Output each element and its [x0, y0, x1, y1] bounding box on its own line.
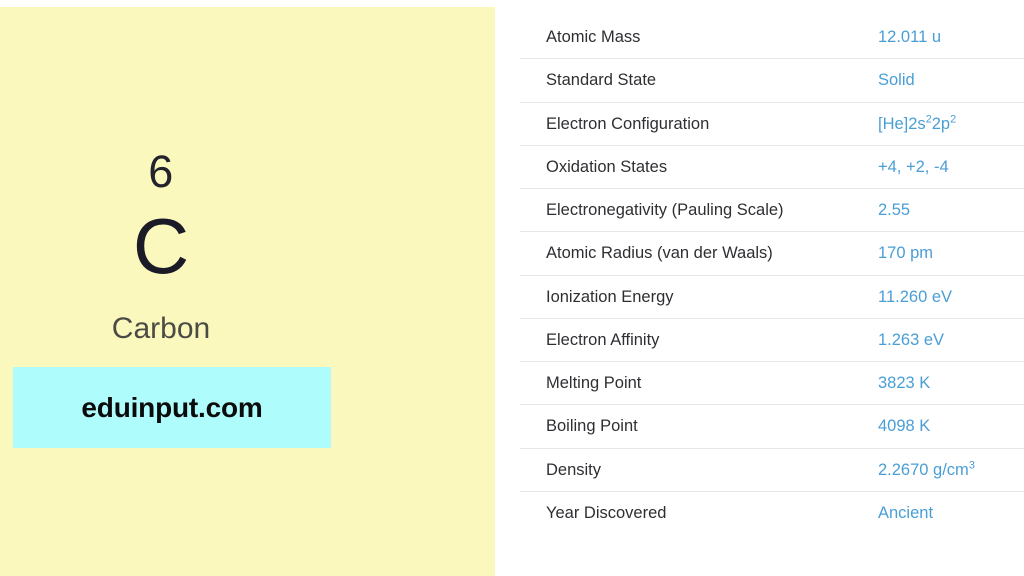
table-row: Electron Affinity 1.263 eV	[520, 318, 1024, 362]
property-value: 2.2670 g/cm3	[876, 448, 1024, 491]
property-value: 2.55	[876, 189, 1024, 232]
property-value-text: 2.55	[878, 201, 911, 220]
property-label: Atomic Radius (van der Waals)	[546, 244, 773, 263]
property-label: Melting Point	[546, 374, 642, 393]
property-value-text: 12.011 u	[878, 28, 942, 46]
element-symbol: C	[132, 202, 190, 290]
table-row: Boiling Point 4098 K	[520, 405, 1024, 449]
property-value: [He]2s22p2	[876, 102, 1024, 145]
property-value-text: +4, +2, -4	[878, 157, 949, 176]
property-value-text: Solid	[878, 71, 915, 90]
property-label: Oxidation States	[546, 157, 668, 176]
property-value: +4, +2, -4	[876, 145, 1024, 188]
property-label: Electron Configuration	[546, 114, 710, 133]
table-row: Density 2.2670 g/cm3	[520, 448, 1024, 492]
property-value: Ancient	[876, 491, 1024, 534]
table-row: Atomic Radius (van der Waals) 170 pm	[520, 232, 1024, 276]
property-value-text: 1.263 eV	[878, 330, 945, 349]
properties-table-body: Atomic Mass 12.011 u Standard State Solid El…	[520, 16, 1024, 534]
table-row: Ionization Energy 11.260 eV	[520, 275, 1024, 319]
property-label: Density	[546, 460, 602, 479]
property-value-text: 4098 K	[878, 417, 931, 436]
property-value-text: [He]2s	[878, 114, 926, 133]
table-row: Electronegativity (Pauling Scale) 2.55	[520, 189, 1024, 232]
property-value-text: 2p	[931, 114, 951, 133]
property-label: Boiling Point	[546, 417, 638, 436]
property-label: Electron Affinity	[546, 330, 660, 349]
property-value: 11.260 eV	[876, 275, 1024, 318]
property-value: 4098 K	[876, 405, 1024, 448]
property-value: 3823 K	[876, 362, 1024, 405]
element-properties-table: Atomic Mass 12.011 u Standard State Solid El…	[520, 16, 1024, 534]
atomic-number: 6	[148, 146, 174, 197]
brand-badge-label: eduinput.com	[81, 391, 263, 423]
brand-badge[interactable]: eduinput.com	[13, 367, 331, 448]
element-info-page: 6 C Carbon eduinput.com Atomic Mass 12.01…	[0, 0, 1024, 576]
element-tile: 6 C Carbon eduinput.com	[0, 7, 495, 576]
property-value-text: 2.2670 g/cm	[878, 460, 969, 479]
property-value-text: 11.260 eV	[878, 287, 953, 306]
property-value: 12.011 u	[876, 16, 1024, 59]
table-row: Atomic Mass 12.011 u	[520, 16, 1024, 59]
property-value-superscript: 3	[968, 459, 975, 472]
property-label: Ionization Energy	[546, 287, 674, 306]
table-row: Year Discovered Ancient	[520, 491, 1024, 534]
element-tile-content: 6 C Carbon eduinput.com	[0, 7, 495, 576]
property-label: Standard State	[546, 71, 657, 90]
property-label: Electronegativity (Pauling Scale)	[546, 201, 784, 220]
table-row: Standard State Solid	[520, 59, 1024, 103]
table-row: Melting Point 3823 K	[520, 362, 1024, 405]
property-value-text: 170 pm	[878, 244, 934, 263]
table-row: Oxidation States +4, +2, -4	[520, 145, 1024, 189]
property-value-superscript: 2	[950, 113, 957, 126]
property-value: 170 pm	[876, 232, 1024, 275]
property-value: 1.263 eV	[876, 318, 1024, 361]
property-value-text: Ancient	[878, 503, 934, 522]
property-label: Atomic Mass	[546, 28, 641, 46]
property-value: Solid	[876, 59, 1024, 102]
element-name: Carbon	[111, 312, 211, 345]
properties-panel: Atomic Mass 12.011 u Standard State Solid El…	[520, 16, 1024, 560]
table-row: Electron Configuration [He]2s22p2	[520, 102, 1024, 146]
property-value-text: 3823 K	[878, 374, 931, 393]
property-label: Year Discovered	[546, 503, 667, 522]
